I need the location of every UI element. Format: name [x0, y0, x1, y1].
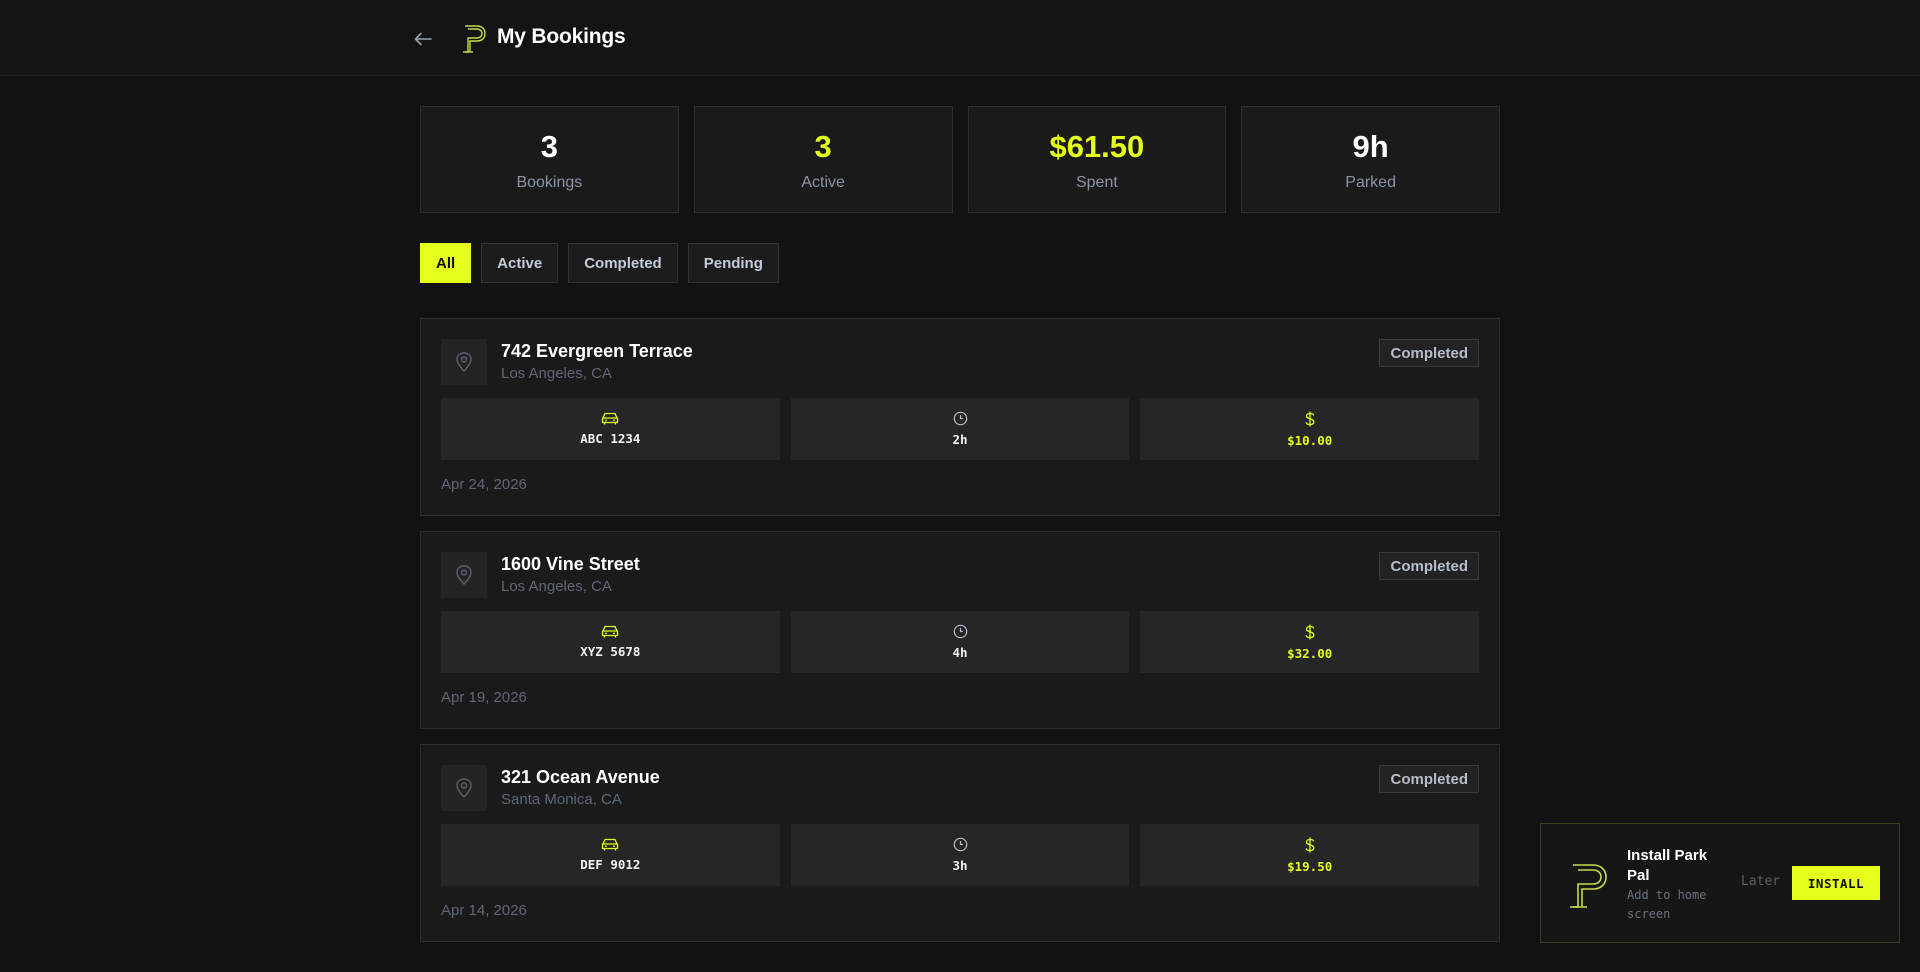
booking-price: $10.00: [1140, 398, 1480, 460]
stat-label: Spent: [1075, 174, 1118, 191]
stat-label: Bookings: [516, 174, 583, 191]
filter-active[interactable]: Active: [481, 243, 559, 283]
filter-tabs: All Active Completed Pending: [420, 243, 779, 283]
booking-city: Los Angeles, CA: [501, 578, 612, 595]
booking-details: ABC 1234 2h $10.00: [441, 398, 1480, 460]
map-pin-icon: [441, 552, 487, 598]
car-icon: [602, 625, 619, 638]
stat-value: $61.50: [1049, 129, 1145, 164]
duration-text: 4h: [952, 645, 968, 660]
booking-duration: 2h: [790, 398, 1130, 460]
booking-date: Apr 19, 2026: [441, 689, 527, 706]
stat-spent: $61.50 Spent: [967, 106, 1227, 213]
map-pin-icon: [441, 765, 487, 811]
vehicle-plate: DEF 9012: [441, 824, 780, 886]
price-text: $10.00: [1287, 432, 1333, 448]
arrow-left-icon: [414, 32, 432, 46]
booking-city: Los Angeles, CA: [501, 365, 612, 382]
install-prompt: Install Park Pal Add to home screen Late…: [1540, 823, 1900, 943]
status-badge: Completed: [1379, 339, 1479, 367]
booking-card[interactable]: 321 Ocean Avenue Santa Monica, CA Comple…: [420, 744, 1500, 942]
booking-address: 1600 Vine Street: [501, 554, 640, 574]
filter-pending[interactable]: Pending: [687, 243, 779, 283]
stats-row: 3 Bookings 3 Active $61.50 Spent 9h Park…: [420, 106, 1500, 213]
price-text: $32.00: [1287, 645, 1333, 661]
map-pin-icon: [441, 339, 487, 385]
later-button[interactable]: Later: [1741, 874, 1780, 889]
back-button[interactable]: [408, 24, 438, 54]
install-subtitle: Add to home screen: [1627, 888, 1707, 921]
park-pal-logo-icon: [1569, 862, 1611, 910]
dollar-icon: [1305, 836, 1315, 853]
install-title: Install Park Pal: [1627, 847, 1708, 884]
booking-date: Apr 14, 2026: [441, 902, 527, 919]
install-button[interactable]: INSTALL: [1792, 866, 1880, 900]
status-badge: Completed: [1379, 765, 1479, 793]
filter-completed[interactable]: Completed: [568, 243, 678, 283]
clock-icon: [953, 624, 967, 639]
park-pal-logo-icon: [462, 24, 488, 54]
clock-icon: [953, 837, 967, 852]
booking-card[interactable]: 742 Evergreen Terrace Los Angeles, CA Co…: [420, 318, 1500, 516]
stat-parked: 9h Parked: [1241, 106, 1500, 213]
stat-label: Active: [801, 174, 845, 191]
plate-text: ABC 1234: [580, 431, 641, 446]
booking-details: XYZ 5678 4h $32.00: [441, 611, 1480, 673]
stat-label: Parked: [1345, 174, 1396, 191]
page-title: My Bookings: [497, 25, 626, 48]
vehicle-plate: ABC 1234: [441, 398, 780, 460]
stat-value: 3: [540, 129, 558, 164]
booking-price: $32.00: [1140, 611, 1480, 673]
dollar-icon: [1305, 410, 1315, 427]
stat-active: 3 Active: [693, 106, 953, 213]
booking-address: 321 Ocean Avenue: [501, 767, 660, 787]
duration-text: 3h: [952, 858, 968, 873]
car-icon: [602, 412, 619, 425]
duration-text: 2h: [952, 432, 968, 447]
stat-value: 9h: [1352, 129, 1389, 164]
clock-icon: [953, 411, 967, 426]
stat-bookings: 3 Bookings: [420, 106, 679, 213]
plate-text: XYZ 5678: [580, 644, 641, 659]
booking-city: Santa Monica, CA: [501, 791, 622, 808]
booking-date: Apr 24, 2026: [441, 476, 527, 493]
booking-card[interactable]: 1600 Vine Street Los Angeles, CA Complet…: [420, 531, 1500, 729]
booking-details: DEF 9012 3h $19.50: [441, 824, 1480, 886]
booking-duration: 3h: [790, 824, 1130, 886]
car-icon: [602, 838, 619, 851]
plate-text: DEF 9012: [580, 857, 641, 872]
dollar-icon: [1305, 623, 1315, 640]
app-header: My Bookings: [0, 0, 1920, 76]
vehicle-plate: XYZ 5678: [441, 611, 780, 673]
booking-address: 742 Evergreen Terrace: [501, 341, 693, 361]
filter-all[interactable]: All: [420, 243, 472, 283]
booking-price: $19.50: [1140, 824, 1480, 886]
status-badge: Completed: [1379, 552, 1479, 580]
booking-duration: 4h: [790, 611, 1130, 673]
stat-value: 3: [814, 129, 832, 164]
price-text: $19.50: [1287, 858, 1333, 874]
